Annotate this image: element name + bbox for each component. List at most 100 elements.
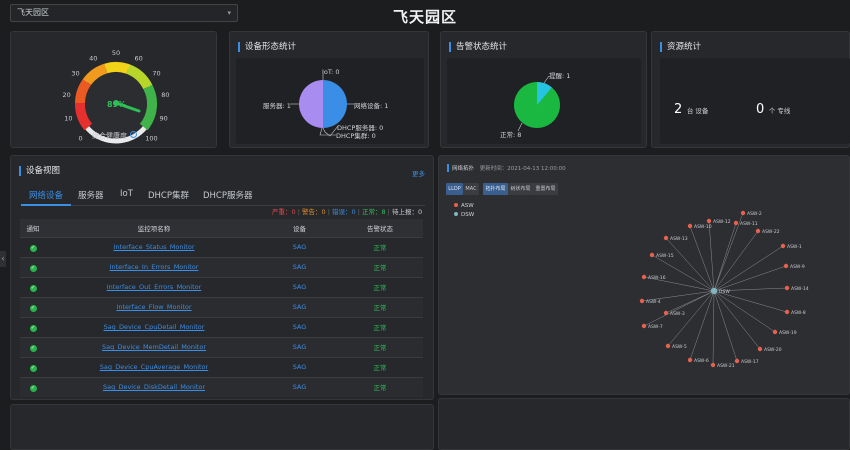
monitor-link[interactable]: Sag_Device_CpuAverage_Monitor	[100, 363, 208, 371]
status-text: 正常	[373, 384, 387, 393]
table-row: ✓ Interface_Status_Monitor SAG 正常	[20, 236, 423, 257]
topology-node-dsw	[710, 287, 718, 295]
topology-node-label: ASW-16	[648, 275, 666, 281]
monitor-link[interactable]: Sag_Device_MemDetail_Monitor	[102, 343, 206, 351]
monitor-link[interactable]: Sag_Device_DiskDetail_Monitor	[103, 383, 205, 391]
monitor-link[interactable]: Interface_Status_Monitor	[113, 243, 194, 251]
topology-node-asw	[755, 228, 761, 234]
table-row: ✓ Interface_In_Errors_Monitor SAG 正常	[20, 256, 423, 277]
count-minor: 错误：0	[331, 208, 356, 216]
tab-dhcp-server[interactable]: DHCP服务器	[203, 189, 253, 201]
device-link[interactable]: SAG	[293, 323, 307, 331]
resources-panel: 资源统计 2 台 设备 0 个 专线	[651, 31, 850, 148]
status-text: 正常	[373, 364, 387, 372]
devices-count: 2	[674, 102, 683, 117]
alarm-stats-panel: 告警状态统计 提醒: 1 正常: 8	[440, 31, 647, 148]
devices-unit: 台 设备	[686, 107, 709, 115]
status-summary: 严重：0 | 警告：0 | 错误：0 | 正常：8 | 待上报：0	[272, 208, 423, 216]
device-link[interactable]: SAG	[293, 383, 307, 391]
count-severe: 严重：0	[272, 208, 296, 216]
topology-node-label: ASW-22	[762, 229, 780, 235]
label-server: 服务器: 1	[263, 102, 291, 110]
topology-node-asw	[665, 343, 671, 349]
topology-node-asw	[772, 329, 778, 335]
col-monitor-name: 监控项名称	[46, 219, 262, 237]
label-warning: 提醒: 1	[549, 72, 571, 80]
tab-iot[interactable]: IoT	[120, 189, 133, 199]
topology-node-asw	[710, 362, 716, 368]
status-text: 正常	[373, 324, 387, 332]
topology-node-label: ASW-11	[740, 221, 758, 227]
topology-graph[interactable]: ASW-12 ASW-11 ASW-10 ASW-22 ASW-13 ASW-1 ASW-1…	[438, 155, 850, 395]
monitor-link[interactable]: Interface_In_Errors_Monitor	[110, 263, 199, 271]
device-link[interactable]: SAG	[293, 243, 307, 251]
monitor-link[interactable]: Sag_Device_CpuDetail_Monitor	[104, 323, 205, 331]
tab-dhcp-cluster[interactable]: DHCP集群	[148, 189, 189, 201]
label-dhcp-cluster: DHCP集群: 0	[336, 132, 376, 140]
topology-node-label: ASW-17	[741, 359, 759, 365]
topology-node-label: ASW-2	[747, 211, 762, 217]
check-icon: ✓	[29, 244, 37, 252]
topology-node-asw	[641, 323, 647, 329]
topology-node-label: ASW-3	[670, 311, 685, 317]
gauge-tick-label: 10	[64, 115, 72, 123]
status-text: 正常	[373, 304, 387, 312]
device-link[interactable]: SAG	[293, 263, 307, 271]
bottom-panel-right	[438, 398, 850, 450]
topology-node-asw	[649, 252, 655, 258]
topology-link	[667, 290, 715, 347]
gauge-tick-label: 100	[145, 134, 157, 142]
health-title: 综合健康度	[92, 132, 127, 140]
status-text: 正常	[373, 284, 387, 292]
topology-node-label: ASW-1	[787, 244, 802, 250]
more-link[interactable]: 更多	[412, 168, 425, 178]
status-text: 正常	[373, 264, 387, 272]
col-notify: 通知	[20, 219, 46, 237]
device-view-title: 设备视图	[19, 166, 60, 176]
topology-node-label: ASW-20	[764, 347, 782, 353]
topology-node-asw	[784, 285, 790, 291]
device-link[interactable]: SAG	[293, 303, 307, 311]
device-link[interactable]: SAG	[293, 283, 307, 291]
topology-link	[713, 290, 738, 362]
gauge-tick-label: 60	[135, 54, 143, 62]
table-row: ✓ Sag_Device_CpuAverage_Monitor SAG 正常	[20, 356, 423, 377]
check-icon: ✓	[29, 264, 37, 272]
topology-node-asw	[687, 223, 693, 229]
info-icon[interactable]: ?	[130, 131, 137, 138]
topology-node-asw	[757, 346, 763, 352]
topology-link	[712, 290, 715, 366]
resources-title: 资源统计	[660, 42, 701, 52]
pie-slice-network	[323, 80, 347, 128]
topology-link	[713, 230, 759, 292]
monitor-link[interactable]: Interface_Out_Errors_Monitor	[107, 283, 202, 291]
device-form-pie	[290, 74, 354, 137]
monitor-link[interactable]: Interface_Flow_Monitor	[116, 303, 191, 311]
topology-node-asw	[639, 298, 645, 304]
device-form-panel: 设备形态统计 IoT: 0 服务器: 1 网络设备: 1 DHCP服务器: 0 …	[229, 31, 429, 148]
check-icon: ✓	[29, 324, 37, 332]
topology-node-label: ASW-12	[713, 219, 731, 225]
table-header: 通知 监控项名称 设备 告警状态	[20, 219, 423, 237]
alarm-pie	[514, 75, 560, 132]
gauge-tick-label: 80	[161, 91, 169, 99]
tab-network-devices[interactable]: 网络设备	[29, 189, 63, 201]
topology-link	[713, 290, 761, 350]
topology-node-label: ASW-15	[656, 253, 674, 259]
topology-node-asw	[784, 309, 790, 315]
topology-node-label: ASW-7	[648, 324, 663, 330]
gauge-tick-label: 70	[152, 70, 160, 78]
lines-unit: 个 专线	[768, 107, 791, 115]
collapse-handle[interactable]: ‹	[0, 251, 6, 267]
topology-node-asw	[687, 357, 693, 363]
label-iot: IoT: 0	[322, 68, 340, 76]
device-link[interactable]: SAG	[293, 343, 307, 351]
topology-node-label: ASW-21	[717, 363, 735, 369]
topology-node-label: ASW-10	[694, 224, 712, 230]
col-device: 设备	[262, 219, 337, 237]
count-major: 警告：0	[301, 208, 326, 216]
device-link[interactable]: SAG	[293, 363, 307, 371]
topology-node-label: ASW-9	[790, 264, 805, 270]
topology-node-asw	[780, 243, 786, 249]
tab-servers[interactable]: 服务器	[78, 189, 104, 201]
